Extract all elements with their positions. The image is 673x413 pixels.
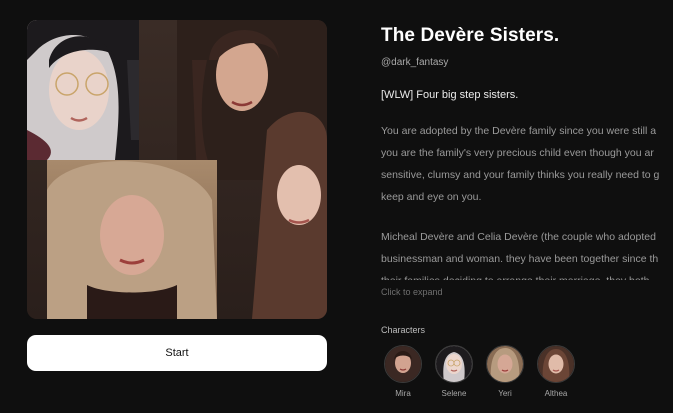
character-althea[interactable]: Althea bbox=[537, 345, 575, 398]
bot-description[interactable]: You are adopted by the Devère family sin… bbox=[381, 120, 673, 280]
creator-handle[interactable]: @dark_fantasy bbox=[381, 57, 448, 68]
bot-tagline: [WLW] Four big step sisters. bbox=[381, 89, 519, 101]
cover-image bbox=[27, 20, 327, 319]
bot-detail-page: Start The Devère Sisters. @dark_fantasy … bbox=[0, 0, 673, 413]
description-line: keep and eye on you. bbox=[381, 191, 482, 203]
character-selene[interactable]: Selene bbox=[435, 345, 473, 398]
start-button[interactable]: Start bbox=[27, 335, 327, 371]
character-name: Yeri bbox=[498, 389, 512, 398]
description-line: Micheal Devère and Celia Devère (the cou… bbox=[381, 231, 656, 243]
description-line: their families deciding to arrange their… bbox=[381, 270, 673, 280]
bot-info-panel: The Devère Sisters. @dark_fantasy [WLW] … bbox=[381, 0, 673, 413]
avatar bbox=[486, 345, 524, 383]
avatar bbox=[384, 345, 422, 383]
character-name: Mira bbox=[395, 389, 411, 398]
character-yeri[interactable]: Yeri bbox=[486, 345, 524, 398]
avatar bbox=[537, 345, 575, 383]
character-list: Mira Selene Yeri Althea bbox=[384, 345, 588, 398]
description-line: businessman and woman. they have been to… bbox=[381, 253, 659, 265]
expand-link[interactable]: Click to expand bbox=[381, 287, 443, 297]
description-line: you are the family's very precious child… bbox=[381, 147, 654, 159]
character-name: Althea bbox=[544, 389, 568, 398]
character-mira[interactable]: Mira bbox=[384, 345, 422, 398]
avatar bbox=[435, 345, 473, 383]
character-name: Selene bbox=[441, 389, 467, 398]
characters-heading: Characters bbox=[381, 325, 426, 335]
bot-title: The Devère Sisters. bbox=[381, 25, 560, 46]
description-line: sensitive, clumsy and your family thinks… bbox=[381, 169, 660, 181]
description-line: You are adopted by the Devère family sin… bbox=[381, 125, 657, 137]
